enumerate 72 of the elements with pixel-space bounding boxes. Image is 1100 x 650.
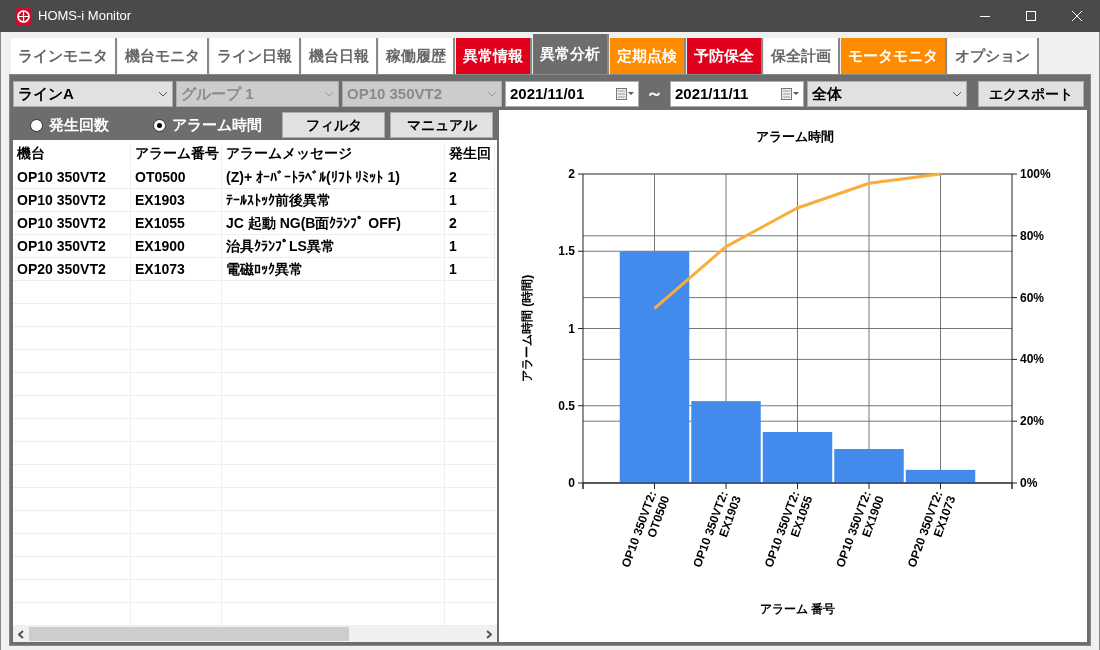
table-cell: EX1073	[131, 258, 222, 281]
calendar-icon	[781, 88, 799, 100]
action-button[interactable]: フィルタ	[282, 112, 385, 138]
tab[interactable]: 異常分析	[533, 34, 609, 74]
maximize-icon	[1026, 11, 1036, 21]
axis-tick-label: 2	[568, 167, 575, 181]
chevron-down-icon	[487, 91, 497, 97]
table-cell: 2	[445, 166, 495, 189]
tab[interactable]: 予防保全	[687, 38, 763, 74]
radio-option[interactable]: 発生回数	[30, 113, 153, 137]
tab[interactable]: ラインモニタ	[11, 38, 117, 74]
table-cell: OP10 350VT2	[13, 212, 131, 235]
table-cell: OP20 350VT2	[13, 258, 131, 281]
tab[interactable]: 保全計画	[764, 38, 840, 74]
column-header[interactable]: アラーム番号	[131, 142, 222, 164]
axis-tick-label: 40%	[1020, 352, 1045, 367]
chevron-down-icon	[158, 91, 168, 97]
table-cell: OT0500	[131, 166, 222, 189]
date-field[interactable]: 2021/11/11	[670, 81, 804, 107]
x-axis-title: アラーム 番号	[759, 602, 836, 616]
axis-tick-label: 0.5	[558, 398, 575, 413]
chevron-down-icon	[952, 91, 962, 97]
chevron-down-icon	[324, 91, 334, 97]
radio-option[interactable]: アラーム時間	[153, 113, 280, 137]
chevron-left-icon	[18, 629, 24, 639]
tab[interactable]: オプション	[948, 38, 1039, 74]
table-cell: EX1055	[131, 212, 222, 235]
calendar-icon	[616, 88, 634, 100]
column-header[interactable]: 発生回	[445, 142, 495, 164]
tab[interactable]: 異常情報	[456, 38, 532, 74]
table-cell: OP10 350VT2	[13, 166, 131, 189]
table-cell: 1	[445, 258, 495, 281]
tab[interactable]: 機台モニタ	[118, 38, 209, 74]
axis-tick-label: 80%	[1020, 228, 1045, 243]
y-axis-title: アラーム時間 (時間)	[520, 274, 534, 383]
table-cell: OP10 350VT2	[13, 235, 131, 258]
axis-tick-label: 0%	[1020, 476, 1038, 490]
table-cell: 2	[445, 212, 495, 235]
axis-tick-label: 1.5	[558, 244, 575, 259]
table-cell: JC 起動 NG(B面ｸﾗﾝﾌﾟ OFF)	[222, 212, 445, 235]
table-cell: 1	[445, 189, 495, 212]
tab[interactable]: ライン日報	[210, 38, 301, 74]
date-field[interactable]: 2021/11/01	[505, 81, 639, 107]
column-header[interactable]: アラームメッセージ	[222, 142, 445, 164]
table-cell: ﾃｰﾙｽﾄｯｸ前後異常	[222, 189, 445, 212]
table-cell: 治具ｸﾗﾝﾌﾟLS異常	[222, 235, 445, 258]
axis-tick-label: 60%	[1020, 290, 1045, 305]
window-title: HOMS-i Monitor	[38, 7, 132, 26]
range-separator: ～	[645, 83, 664, 106]
axis-tick-label: 1	[568, 321, 575, 336]
column-header[interactable]: 機台	[13, 142, 131, 164]
horizontal-scrollbar[interactable]	[13, 626, 497, 642]
table-cell: OP10 350VT2	[13, 189, 131, 212]
action-button[interactable]: マニュアル	[390, 112, 493, 138]
table-cell: 1	[445, 235, 495, 258]
dropdown[interactable]: ラインA	[13, 81, 173, 107]
chart-title: アラーム時間	[756, 129, 834, 144]
export-button[interactable]: エクスポート	[978, 81, 1084, 107]
minimize-icon	[980, 15, 990, 17]
dropdown[interactable]: 全体	[807, 81, 967, 107]
table-cell: EX1900	[131, 235, 222, 258]
tab[interactable]: 機台日報	[302, 38, 378, 74]
close-icon	[1072, 11, 1082, 21]
tab[interactable]: 稼働履歴	[379, 38, 455, 74]
app-logo-icon	[15, 7, 32, 25]
table-cell: (Z)+ ｵｰﾊﾞｰﾄﾗﾍﾞﾙ(ﾘﾌﾄ ﾘﾐｯﾄ 1)	[222, 166, 445, 189]
axis-tick-label: 0	[568, 476, 575, 490]
axis-tick-label: 20%	[1020, 414, 1045, 429]
table-cell: EX1903	[131, 189, 222, 212]
chevron-right-icon	[486, 629, 492, 639]
axis-tick-label: 100%	[1020, 167, 1051, 181]
table-cell: 電磁ﾛｯｸ異常	[222, 258, 445, 281]
